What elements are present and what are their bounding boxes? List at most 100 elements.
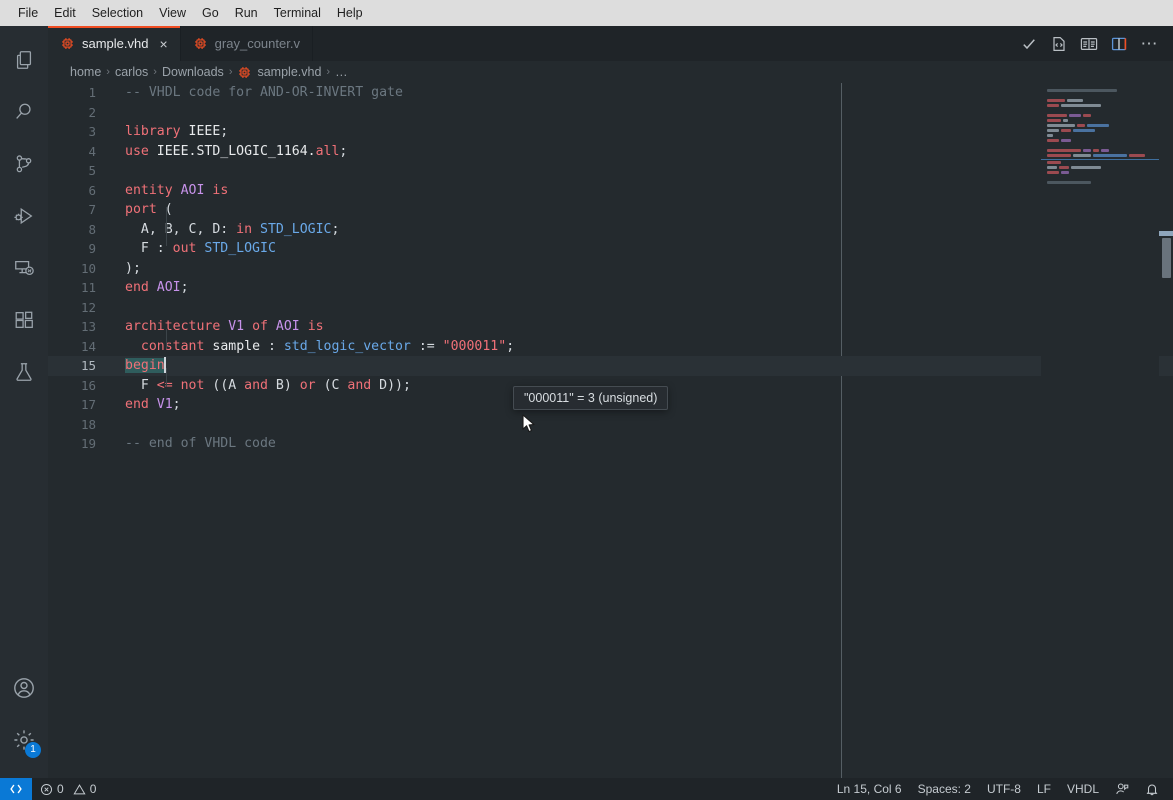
code-text[interactable]: use IEEE.STD_LOGIC_1164.all; (116, 142, 1173, 162)
code-token: STD_LOGIC (260, 221, 332, 237)
breadcrumb-item[interactable]: sample.vhd (257, 65, 321, 79)
remote-indicator[interactable] (0, 778, 32, 800)
menu-selection[interactable]: Selection (84, 3, 151, 23)
code-text[interactable]: -- end of VHDL code (116, 434, 1173, 454)
minimap[interactable] (1041, 83, 1159, 778)
remote-explorer-icon[interactable] (0, 242, 48, 294)
breadcrumb-item[interactable]: carlos (115, 65, 148, 79)
code-text[interactable]: architecture V1 of AOI is (116, 317, 1173, 337)
code-lines[interactable]: 1 -- VHDL code for AND-OR-INVERT gate 2 3 li… (48, 83, 1173, 778)
code-text[interactable]: constant sample : std_logic_vector := "0… (116, 337, 1173, 357)
testing-icon[interactable] (0, 346, 48, 398)
code-token: STD_LOGIC (204, 241, 276, 256)
vhdl-chip-icon (60, 36, 75, 51)
code-line[interactable]: 1 -- VHDL code for AND-OR-INVERT gate (48, 83, 1173, 103)
breadcrumb-item[interactable]: Downloads (162, 65, 224, 79)
editor-scrollbar[interactable] (1159, 83, 1173, 778)
editor-eol[interactable]: LF (1029, 778, 1059, 800)
menu-go[interactable]: Go (194, 3, 227, 23)
code-text[interactable]: library IEEE; (116, 122, 1173, 142)
code-token: := (410, 338, 443, 354)
code-text[interactable]: end AOI; (116, 278, 1173, 298)
menu-file[interactable]: File (10, 3, 46, 23)
minimap-segment (1077, 124, 1085, 127)
code-token: architecture (125, 319, 221, 334)
indent-guide (166, 329, 167, 348)
code-line[interactable]: 4 use IEEE.STD_LOGIC_1164.all; (48, 142, 1173, 162)
code-line[interactable]: 13 architecture V1 of AOI is (48, 317, 1173, 337)
menu-terminal[interactable]: Terminal (266, 3, 329, 23)
menu-view[interactable]: View (151, 3, 194, 23)
run-check-icon[interactable] (1015, 30, 1043, 58)
line-number: 8 (88, 221, 96, 237)
code-line[interactable]: 5 (48, 161, 1173, 181)
code-line[interactable]: 15 begin (48, 356, 1173, 376)
minimap-segment (1047, 134, 1053, 137)
editor-viewport[interactable]: 1 -- VHDL code for AND-OR-INVERT gate 2 3 li… (48, 83, 1173, 778)
minimap-current-line (1041, 159, 1159, 160)
breadcrumb-item[interactable]: … (335, 65, 348, 79)
open-source-file-icon[interactable] (1045, 30, 1073, 58)
code-line[interactable]: 19 -- end of VHDL code (48, 434, 1173, 454)
code-text[interactable]: ); (116, 259, 1173, 279)
code-text[interactable]: entity AOI is (116, 181, 1173, 201)
minimap-line (1047, 104, 1159, 107)
more-actions-icon[interactable]: ⋯ (1135, 30, 1163, 58)
code-text[interactable]: port ( (116, 200, 1173, 220)
code-text[interactable]: A, B, C, D: in STD_LOGIC; (116, 220, 1173, 240)
code-line[interactable]: 10); (48, 259, 1173, 279)
problems-status[interactable]: 0 0 (32, 778, 104, 800)
run-and-debug-icon[interactable] (0, 190, 48, 242)
code-line[interactable]: 11 end AOI; (48, 278, 1173, 298)
menu-help[interactable]: Help (329, 3, 371, 23)
code-line[interactable]: 12 (48, 298, 1173, 318)
feedback-icon[interactable] (1107, 778, 1137, 800)
code-token: constant (140, 338, 205, 354)
account-icon[interactable] (0, 662, 48, 714)
tab-gray_counter-v[interactable]: gray_counter.v (181, 26, 313, 61)
open-preview-icon[interactable] (1075, 30, 1103, 58)
menu-edit[interactable]: Edit (46, 3, 84, 23)
tab-close-icon[interactable]: × (159, 37, 167, 51)
explorer-icon[interactable] (0, 34, 48, 86)
split-editor-icon[interactable] (1105, 30, 1133, 58)
code-line[interactable]: 18 (48, 415, 1173, 435)
minimap-segment (1047, 89, 1117, 92)
minimap-segment (1047, 119, 1061, 122)
minimap-segment (1061, 129, 1071, 132)
menu-run[interactable]: Run (227, 3, 266, 23)
editor-indentation[interactable]: Spaces: 2 (910, 778, 979, 800)
code-text[interactable]: F : out STD_LOGIC (116, 239, 1173, 259)
code-token: D)); (371, 377, 411, 393)
code-line[interactable]: 8 A, B, C, D: in STD_LOGIC; (48, 220, 1173, 240)
editor-encoding[interactable]: UTF-8 (979, 778, 1029, 800)
minimap-segment (1087, 124, 1109, 127)
line-number: 5 (88, 163, 96, 178)
editor-language[interactable]: VHDL (1059, 778, 1107, 800)
settings-gear-icon[interactable]: 1 (0, 714, 48, 766)
code-line[interactable]: 9 F : out STD_LOGIC (48, 239, 1173, 259)
search-icon[interactable] (0, 86, 48, 138)
code-token: (C (315, 377, 348, 393)
code-line[interactable]: 14 constant sample : std_logic_vector :=… (48, 337, 1173, 357)
code-text[interactable]: -- VHDL code for AND-OR-INVERT gate (116, 83, 1173, 103)
tab-sample-vhd[interactable]: sample.vhd × (48, 26, 181, 61)
code-line[interactable]: 7 port ( (48, 200, 1173, 220)
breadcrumb-item[interactable]: home (70, 65, 101, 79)
notifications-bell-icon[interactable] (1137, 778, 1167, 800)
extensions-icon[interactable] (0, 294, 48, 346)
code-token: AOI (156, 280, 181, 295)
code-text[interactable]: begin (116, 356, 1173, 376)
code-line[interactable]: 2 (48, 103, 1173, 123)
minimap-line (1047, 139, 1159, 142)
code-token: AOI (180, 182, 205, 198)
minimap-segment (1047, 149, 1081, 152)
code-line[interactable]: 3 library IEEE; (48, 122, 1173, 142)
source-control-icon[interactable] (0, 138, 48, 190)
code-line[interactable]: 6 entity AOI is (48, 181, 1173, 201)
minimap-line (1047, 94, 1159, 97)
line-number: 6 (88, 182, 96, 198)
editor-position[interactable]: Ln 15, Col 6 (829, 778, 910, 800)
scrollbar-slider[interactable] (1162, 238, 1171, 278)
